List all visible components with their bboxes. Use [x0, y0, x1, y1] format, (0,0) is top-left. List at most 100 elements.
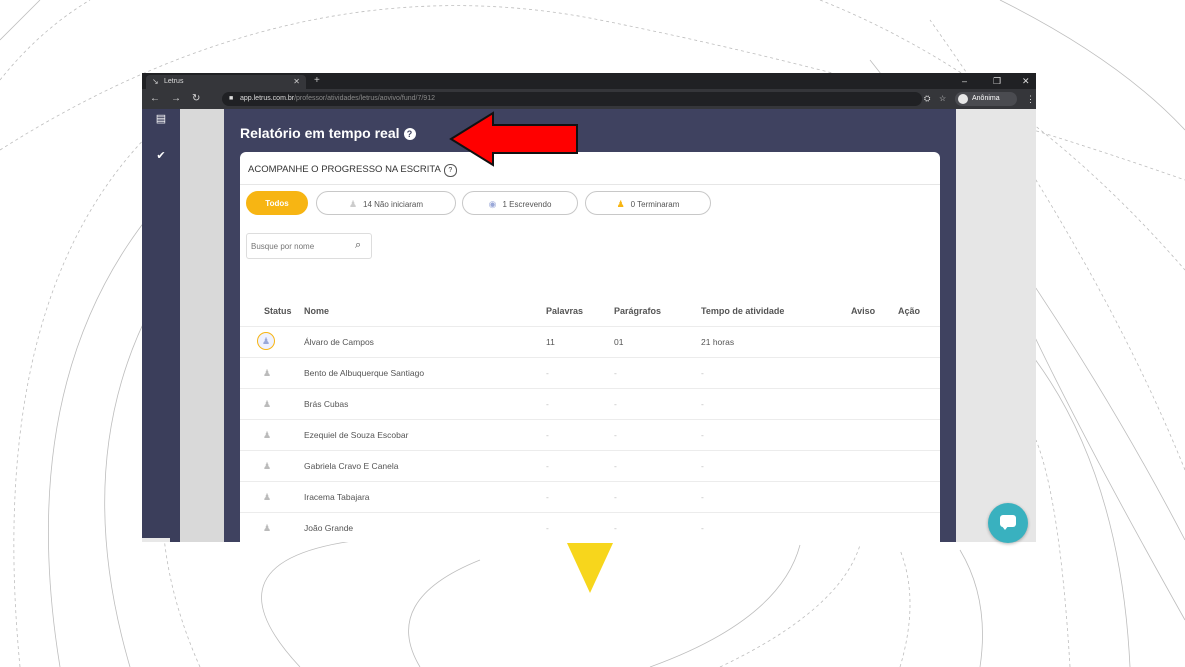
row-tempo: 21 horas	[701, 337, 735, 347]
bookmark-star-icon[interactable]: ☆	[939, 92, 946, 106]
user-icon: ♟	[348, 199, 358, 209]
browser-window: ↘ Letrus ✕ + – ❐ ✕ ← → ↻ ■ app.letrus.co…	[142, 73, 1036, 542]
user-icon: ♟	[262, 430, 272, 440]
right-gutter	[956, 109, 1036, 542]
user-icon: ♟	[262, 523, 272, 533]
user-icon: ♟	[262, 461, 272, 471]
row-nome: Bento de Albuquerque Santiago	[304, 368, 425, 378]
table-row[interactable]: ♟ Ezequiel de Souza Escobar - - -	[240, 419, 940, 451]
filter-terminaram[interactable]: ♟ 0 Terminaram	[585, 191, 711, 215]
chat-button[interactable]	[988, 503, 1028, 543]
lock-icon: ■	[229, 95, 234, 102]
filter-escrevendo[interactable]: ◉ 1 Escrevendo	[462, 191, 578, 215]
filter-todos-label: Todos	[265, 199, 289, 208]
minimize-icon[interactable]: –	[962, 74, 967, 88]
profile-name: Anônima	[972, 95, 1000, 102]
back-icon[interactable]: ←	[150, 92, 160, 106]
profile-avatar-icon	[958, 94, 968, 104]
url-path: /professor/atividades/letrus/aovivo/fund…	[294, 95, 422, 102]
row-tempo: -	[701, 430, 704, 440]
col-aviso: Aviso	[851, 306, 876, 316]
page-title: Relatório em tempo real?	[240, 125, 416, 141]
page-content: ▤ ✔ Relatório em tempo real? ACOMPANHE O…	[142, 109, 1036, 542]
row-tempo: -	[701, 368, 704, 378]
forward-icon[interactable]: →	[171, 92, 181, 106]
row-palavras: -	[546, 461, 549, 471]
help-icon[interactable]: ?	[403, 128, 416, 140]
table-row[interactable]: ♟ Iracema Tabajara - - -	[240, 481, 940, 513]
row-paragrafos: -	[614, 461, 617, 471]
row-nome: Ezequiel de Souza Escobar	[304, 430, 409, 440]
row-paragrafos: -	[614, 492, 617, 502]
row-paragrafos: -	[614, 368, 617, 378]
user-icon: ♟	[262, 368, 272, 378]
tab-title: Letrus	[164, 78, 184, 85]
row-paragrafos: 01	[614, 337, 624, 347]
row-nome: Álvaro de Campos	[304, 337, 374, 347]
user-icon: ♟	[262, 492, 272, 502]
col-nome: Nome	[304, 306, 330, 316]
card-title: ACOMPANHE O PROGRESSO NA ESCRITA?	[248, 164, 457, 177]
row-palavras: -	[546, 430, 549, 440]
row-palavras: -	[546, 492, 549, 502]
reload-icon[interactable]: ↻	[192, 92, 200, 106]
close-window-icon[interactable]: ✕	[1022, 74, 1030, 88]
col-status: Status	[264, 306, 292, 316]
url-host: app.letrus.com.br	[240, 95, 295, 102]
row-tempo: -	[701, 399, 704, 409]
row-nome: Brás Cubas	[304, 399, 349, 409]
browser-menu-icon[interactable]: ⋮	[1026, 92, 1035, 106]
browser-tab[interactable]: ↘ Letrus ✕	[146, 75, 306, 89]
row-palavras: -	[546, 523, 549, 533]
filter-escrevendo-label: 1 Escrevendo	[502, 200, 552, 209]
yellow-down-arrow	[567, 543, 613, 593]
restore-icon[interactable]: ❐	[993, 74, 1001, 88]
row-tempo: -	[701, 492, 704, 502]
table-row[interactable]: ♟ Álvaro de Campos 11 01 21 horas	[240, 326, 940, 358]
row-nome: João Grande	[304, 523, 354, 533]
search-icon[interactable]: ⌕	[355, 238, 361, 252]
filter-todos[interactable]: Todos	[246, 191, 308, 215]
table-row[interactable]: ♟ Brás Cubas - - -	[240, 388, 940, 420]
search-input[interactable]	[251, 238, 347, 254]
filter-nao-iniciaram[interactable]: ♟ 14 Não iniciaram	[316, 191, 456, 215]
card-header: ACOMPANHE O PROGRESSO NA ESCRITA?	[240, 152, 940, 185]
col-acao: Ação	[898, 306, 921, 316]
search-box: ⌕	[246, 233, 372, 259]
row-palavras: -	[546, 399, 549, 409]
list-icon[interactable]: ▤	[154, 112, 168, 126]
address-bar: ← → ↻ ■ app.letrus.com.br/professor/ativ…	[142, 89, 1036, 109]
col-tempo: Tempo de atividade	[701, 306, 785, 316]
col-palavras: Palavras	[546, 306, 584, 316]
progress-card: ACOMPANHE O PROGRESSO NA ESCRITA? Todos …	[240, 152, 940, 542]
sidebar-footer	[142, 538, 170, 542]
row-paragrafos: -	[614, 430, 617, 440]
row-nome: Gabriela Cravo E Canela	[304, 461, 399, 471]
filter-terminaram-label: 0 Terminaram	[630, 200, 680, 209]
tab-bar: ↘ Letrus ✕ + – ❐ ✕	[142, 73, 1036, 89]
row-paragrafos: -	[614, 399, 617, 409]
table-row[interactable]: ♟ Gabriela Cravo E Canela - - -	[240, 450, 940, 482]
red-annotation-arrow	[449, 111, 578, 167]
left-gutter	[180, 109, 224, 542]
card-title-text: ACOMPANHE O PROGRESSO NA ESCRITA	[248, 164, 441, 175]
new-tab-icon[interactable]: +	[314, 74, 320, 88]
translate-icon[interactable]: ⛭	[924, 92, 930, 106]
url-tail: 912	[423, 95, 435, 102]
profile-button[interactable]: Anônima	[955, 92, 1017, 106]
user-icon: ♟	[262, 399, 272, 409]
close-tab-icon[interactable]: ✕	[293, 75, 300, 89]
table-row[interactable]: ♟ Bento de Albuquerque Santiago - - -	[240, 357, 940, 389]
row-paragrafos: -	[614, 523, 617, 533]
clipboard-check-icon[interactable]: ✔	[154, 149, 168, 163]
url-field[interactable]: ■ app.letrus.com.br/professor/atividades…	[222, 92, 922, 106]
row-palavras: -	[546, 368, 549, 378]
letrus-favicon-icon: ↘	[152, 77, 159, 86]
row-palavras: 11	[546, 337, 555, 347]
col-paragrafos: Parágrafos	[614, 306, 662, 316]
table-row[interactable]: ♟ João Grande - - -	[240, 512, 940, 542]
user-circle-icon: ♟	[257, 332, 275, 350]
row-nome: Iracema Tabajara	[304, 492, 370, 502]
user-done-icon: ♟	[616, 199, 625, 209]
sidebar: ▤ ✔	[142, 109, 180, 542]
